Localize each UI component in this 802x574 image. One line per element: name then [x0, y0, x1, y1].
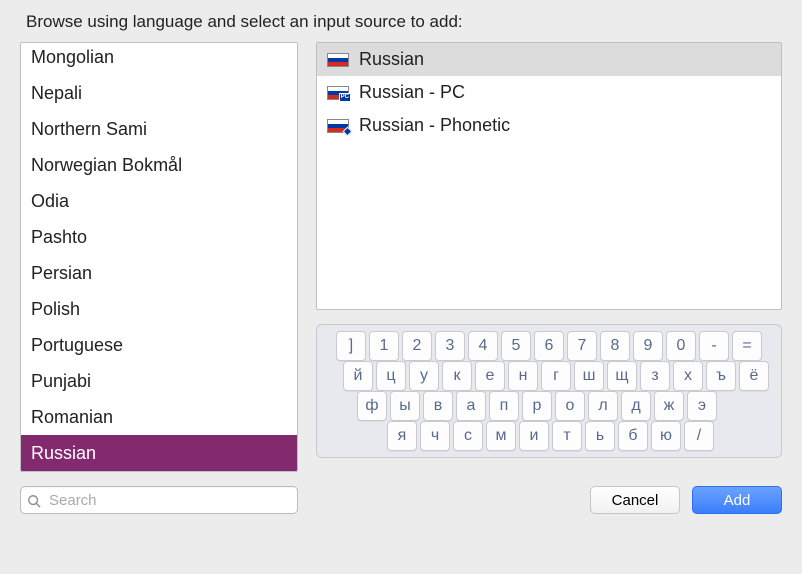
dialog-instruction: Browse using language and select an inpu…: [20, 12, 782, 32]
keyboard-key: а: [456, 391, 486, 421]
keyboard-key: б: [618, 421, 648, 451]
input-source-dialog: Browse using language and select an inpu…: [0, 0, 802, 532]
keyboard-key: 4: [468, 331, 498, 361]
keyboard-key: 0: [666, 331, 696, 361]
language-item-label: Persian: [31, 263, 92, 283]
language-item[interactable]: Romanian: [21, 399, 297, 435]
keyboard-key: х: [673, 361, 703, 391]
keyboard-key: ъ: [706, 361, 736, 391]
search-field-wrap: [20, 486, 298, 514]
keyboard-key: ю: [651, 421, 681, 451]
keyboard-key: ф: [357, 391, 387, 421]
keyboard-row: фывапролджэ: [323, 391, 775, 421]
keyboard-key: п: [489, 391, 519, 421]
keyboard-key: з: [640, 361, 670, 391]
keyboard-key: =: [732, 331, 762, 361]
flag-icon: PC: [327, 86, 349, 100]
language-item-label: Odia: [31, 191, 69, 211]
language-item-label: Pashto: [31, 227, 87, 247]
keyboard-key: г: [541, 361, 571, 391]
right-column: RussianPCRussian - PCRussian - Phonetic …: [316, 42, 782, 472]
keyboard-key: ё: [739, 361, 769, 391]
add-button[interactable]: Add: [692, 486, 782, 514]
keyboard-key: ш: [574, 361, 604, 391]
language-item[interactable]: Portuguese: [21, 327, 297, 363]
language-item[interactable]: Punjabi: [21, 363, 297, 399]
keyboard-key: 7: [567, 331, 597, 361]
keyboard-key: 1: [369, 331, 399, 361]
keyboard-key: д: [621, 391, 651, 421]
keyboard-key: ]: [336, 331, 366, 361]
language-item-label: Russian: [31, 443, 96, 463]
keyboard-preview: ]1234567890-=йцукенгшщзхъёфывапролджэячс…: [316, 324, 782, 458]
dialog-footer: Cancel Add: [20, 486, 782, 514]
language-item-label: Nepali: [31, 83, 82, 103]
search-icon: [27, 493, 41, 507]
keyboard-key: 8: [600, 331, 630, 361]
flag-icon: [327, 119, 349, 133]
keyboard-row: ]1234567890-=: [323, 331, 775, 361]
keyboard-key: н: [508, 361, 538, 391]
keyboard-key: 2: [402, 331, 432, 361]
keyboard-key: т: [552, 421, 582, 451]
keyboard-key: ь: [585, 421, 615, 451]
language-item-label: Mongolian: [31, 47, 114, 67]
keyboard-key: 9: [633, 331, 663, 361]
input-source-label: Russian - Phonetic: [359, 115, 510, 136]
language-list-panel[interactable]: Mongolian Nepali Northern Sami Norwegian Bo…: [20, 42, 298, 472]
keyboard-key: ы: [390, 391, 420, 421]
keyboard-key: р: [522, 391, 552, 421]
input-source-item[interactable]: PC Russian - PC: [317, 76, 781, 109]
keyboard-row: йцукенгшщзхъё: [323, 361, 775, 391]
flag-icon: [327, 53, 349, 67]
language-item-label: Portuguese: [31, 335, 123, 355]
keyboard-key: ч: [420, 421, 450, 451]
language-item-label: Romanian: [31, 407, 113, 427]
search-input[interactable]: [20, 486, 298, 514]
language-item[interactable]: Northern Sami: [21, 111, 297, 147]
language-item-label: Polish: [31, 299, 80, 319]
keyboard-key: е: [475, 361, 505, 391]
keyboard-key: м: [486, 421, 516, 451]
language-item[interactable]: Odia: [21, 183, 297, 219]
language-item[interactable]: Norwegian Bokmål: [21, 147, 297, 183]
keyboard-key: -: [699, 331, 729, 361]
language-item[interactable]: Mongolian: [21, 46, 297, 75]
cancel-button[interactable]: Cancel: [590, 486, 680, 514]
input-source-list-panel[interactable]: Russian PC Russian - PC Russian - Phonetic: [316, 42, 782, 310]
keyboard-key: о: [555, 391, 585, 421]
keyboard-row: ячсмитьбю/: [323, 421, 775, 451]
keyboard-key: и: [519, 421, 549, 451]
input-source-label: Russian: [359, 49, 424, 70]
language-item[interactable]: Pashto: [21, 219, 297, 255]
keyboard-key: у: [409, 361, 439, 391]
keyboard-key: в: [423, 391, 453, 421]
keyboard-key: /: [684, 421, 714, 451]
keyboard-key: 6: [534, 331, 564, 361]
keyboard-key: ц: [376, 361, 406, 391]
keyboard-key: ж: [654, 391, 684, 421]
input-source-item[interactable]: Russian - Phonetic: [317, 109, 781, 142]
language-item-label: Punjabi: [31, 371, 91, 391]
keyboard-key: щ: [607, 361, 637, 391]
keyboard-key: л: [588, 391, 618, 421]
keyboard-key: э: [687, 391, 717, 421]
language-item-label: Northern Sami: [31, 119, 147, 139]
keyboard-key: я: [387, 421, 417, 451]
language-item[interactable]: Polish: [21, 291, 297, 327]
language-item[interactable]: Persian: [21, 255, 297, 291]
keyboard-key: 5: [501, 331, 531, 361]
keyboard-key: с: [453, 421, 483, 451]
main-columns: Mongolian Nepali Northern Sami Norwegian Bo…: [20, 42, 782, 472]
language-item-label: Norwegian Bokmål: [31, 155, 182, 175]
input-source-label: Russian - PC: [359, 82, 465, 103]
language-item[interactable]: Russian: [21, 435, 297, 471]
input-source-item[interactable]: Russian: [317, 43, 781, 76]
keyboard-key: й: [343, 361, 373, 391]
keyboard-key: к: [442, 361, 472, 391]
keyboard-key: 3: [435, 331, 465, 361]
language-item[interactable]: Nepali: [21, 75, 297, 111]
